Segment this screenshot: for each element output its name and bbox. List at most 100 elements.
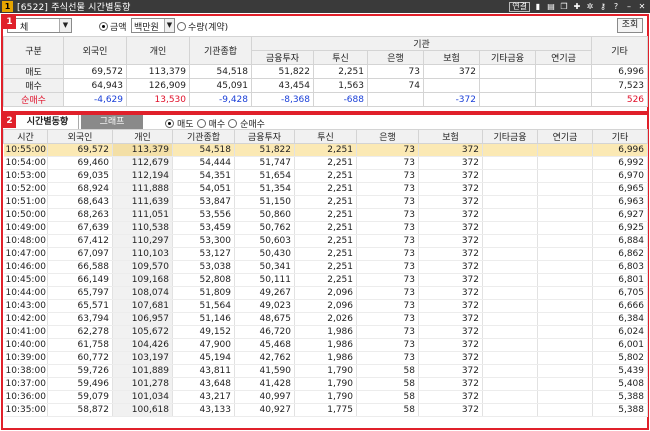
table-row[interactable]: 10:52:00 68,924 111,888 54,051 51,354 2,251 73… [3,182,648,196]
table-cell: 2,251 [294,143,357,157]
table-cell: 50,111 [234,273,295,287]
table-row[interactable]: 10:55:00 69,572 113,379 54,518 51,822 2,251 73… [3,143,648,157]
grid-header[interactable]: 개인 [112,129,173,144]
table-row[interactable]: 10:35:00 58,872 100,618 43,133 40,927 1,775 58… [3,403,648,417]
unit-combo[interactable]: 백만원 ▼ [131,18,175,33]
table-cell: 372 [418,286,483,300]
table-cell [537,312,593,326]
table-cell: 106,957 [112,312,173,326]
table-cell [537,390,593,404]
grid-header[interactable]: 연기금 [537,129,593,144]
radio-dot-icon[interactable] [99,22,108,31]
grid-header[interactable]: 금융투자 [234,129,295,144]
time-cell: 10:53:00 [3,169,48,183]
grid-header[interactable]: 보험 [418,129,483,144]
radio-quantity[interactable]: 수량(계약) [177,20,228,33]
radio-net-icon[interactable] [228,119,238,128]
table-cell: 69,572 [47,143,113,157]
summary-row-label: 순매수 [3,92,64,107]
grid-header[interactable]: 시간 [3,129,48,144]
header-inst-total: 기관종합 [189,36,252,65]
time-cell: 10:41:00 [3,325,48,339]
key-icon[interactable]: ⚷ [598,2,608,12]
table-cell: 2,251 [294,273,357,287]
table-row[interactable]: 10:38:00 59,726 101,889 43,811 41,590 1,790 58… [3,364,648,378]
table-row[interactable]: 10:48:00 67,412 110,297 53,300 50,603 2,251 73… [3,234,648,248]
table-cell: 43,811 [172,364,235,378]
table-row[interactable]: 10:51:00 68,643 111,639 53,847 51,150 2,251 73… [3,195,648,209]
radio-amount[interactable]: 금액 [99,20,127,33]
table-cell: 5,408 [592,377,648,391]
save-icon[interactable]: ▮ [533,2,543,12]
link-button[interactable]: 연결 [509,1,530,12]
table-cell: 107,681 [112,299,173,313]
table-row[interactable]: 10:47:00 67,097 110,103 53,127 50,430 2,251 73… [3,247,648,261]
settings-icon[interactable]: ✲ [585,2,595,12]
table-row[interactable]: 10:37:00 59,496 101,278 43,648 41,428 1,790 58… [3,377,648,391]
table-cell: 2,096 [294,299,357,313]
table-cell: 68,924 [47,182,113,196]
grid-header[interactable]: 투신 [294,129,357,144]
table-cell: 50,341 [234,260,295,274]
table-cell: 104,426 [112,338,173,352]
table-row[interactable]: 10:41:00 62,278 105,672 49,152 46,720 1,986 73… [3,325,648,339]
table-cell: 2,251 [294,221,357,235]
grid-header[interactable]: 기타금융 [482,129,538,144]
table-cell: 58 [356,377,419,391]
table-cell: 372 [418,169,483,183]
table-cell: 63,794 [47,312,113,326]
table-row[interactable]: 10:49:00 67,639 110,538 53,459 50,762 2,251 73… [3,221,648,235]
table-cell [482,273,538,287]
table-row[interactable]: 10:45:00 66,149 109,168 52,808 50,111 2,251 73… [3,273,648,287]
table-cell: 43,133 [172,403,235,417]
table-row[interactable]: 10:42:00 63,794 106,957 51,146 48,675 2,026 73… [3,312,648,326]
table-row[interactable]: 10:54:00 69,460 112,679 54,444 51,747 2,251 73… [3,156,648,170]
close-icon[interactable]: ✕ [637,2,647,12]
tab-timeline[interactable]: 시간별동향 [17,115,79,129]
table-cell: 6,024 [592,325,648,339]
table-row[interactable]: 10:40:00 61,758 104,426 47,900 45,468 1,986 73… [3,338,648,352]
grid-header[interactable]: 기관종합 [172,129,235,144]
table-row[interactable]: 10:46:00 66,588 109,570 53,038 50,341 2,251 73… [3,260,648,274]
table-row[interactable]: 10:44:00 65,797 108,074 51,809 49,267 2,096 73… [3,286,648,300]
radio-dot-icon[interactable] [177,22,186,31]
time-cell: 10:44:00 [3,286,48,300]
table-cell: 110,538 [112,221,173,235]
search-button[interactable]: 조회 [617,18,643,33]
table-cell: 73 [356,143,419,157]
summary-cell: 13,530 [126,92,190,107]
minimize-icon[interactable]: – [624,2,634,12]
chevron-down-icon[interactable]: ▼ [59,19,71,32]
summary-cell: 69,572 [63,64,127,79]
table-cell: 372 [418,390,483,404]
table-row[interactable]: 10:50:00 68,263 111,051 53,556 50,860 2,251 73… [3,208,648,222]
table-cell [537,234,593,248]
copy-icon[interactable]: ❐ [559,2,569,12]
table-cell: 2,251 [294,182,357,196]
table-cell [537,338,593,352]
grid-header[interactable]: 은행 [356,129,419,144]
grid-header[interactable]: 외국인 [47,129,113,144]
stock-combo[interactable]: 체 ▼ [7,18,72,33]
header-etc: 기타 [591,36,649,65]
table-cell: 50,603 [234,234,295,248]
tab-graph[interactable]: 그래프 [81,115,143,129]
table-row[interactable]: 10:36:00 59,079 101,034 43,217 40,997 1,790 58… [3,390,648,404]
radio-buy-icon[interactable] [196,119,206,128]
table-cell: 372 [418,260,483,274]
table-cell: 1,790 [294,377,357,391]
grid-header[interactable]: 기타 [592,129,648,144]
table-cell [482,403,538,417]
table-row[interactable]: 10:53:00 69,035 112,194 54,351 51,654 2,251 73… [3,169,648,183]
table-cell [482,364,538,378]
table-row[interactable]: 10:39:00 60,772 103,197 45,194 42,762 1,986 73… [3,351,648,365]
pin-icon[interactable]: ✚ [572,2,582,12]
table-cell: 73 [356,260,419,274]
help-icon[interactable]: ? [611,2,621,12]
print-icon[interactable]: ▤ [546,2,556,12]
chevron-down-icon[interactable]: ▼ [164,19,174,32]
table-row[interactable]: 10:43:00 65,571 107,681 51,564 49,023 2,096 73… [3,299,648,313]
header-other-fin: 기타금융 [479,50,536,65]
radio-sell-icon[interactable] [165,119,174,128]
table-cell: 372 [418,195,483,209]
